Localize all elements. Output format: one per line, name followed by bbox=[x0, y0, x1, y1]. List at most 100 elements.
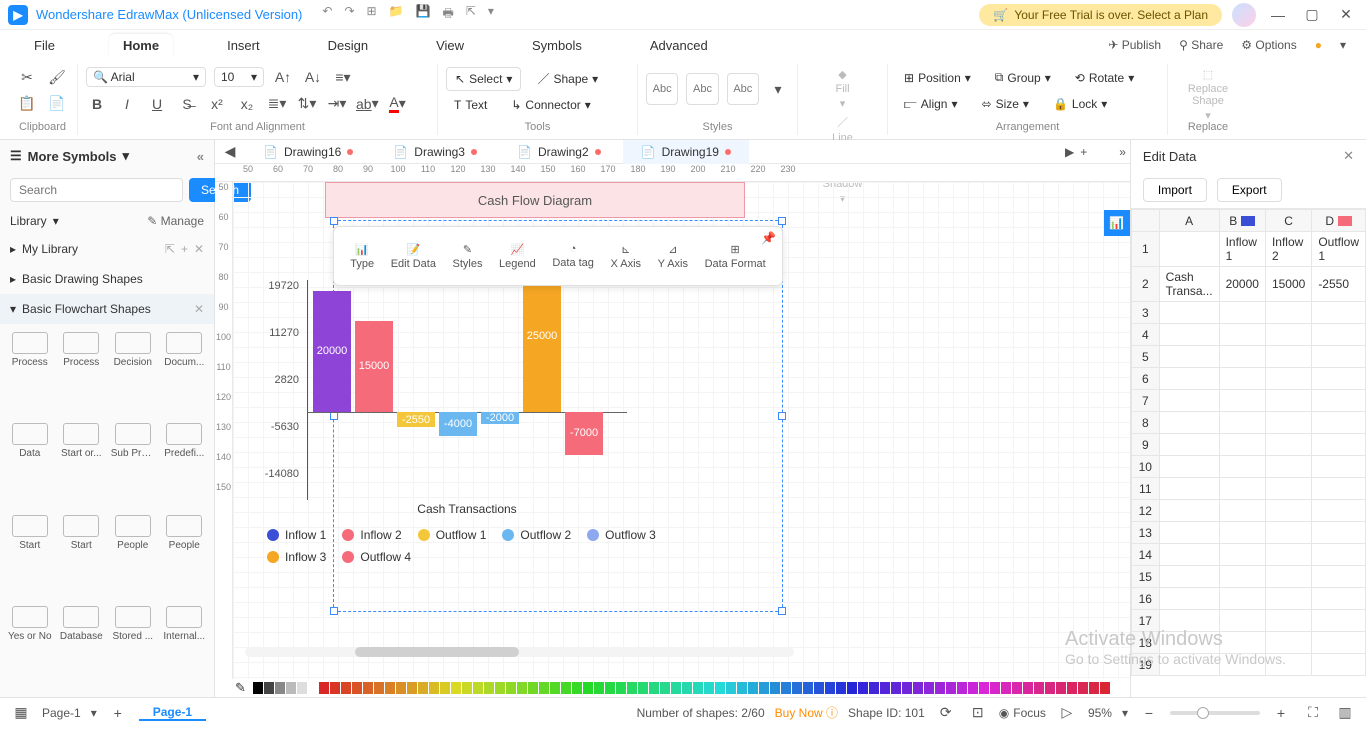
color-swatch[interactable] bbox=[737, 682, 747, 694]
play-icon[interactable]: ▷ bbox=[1056, 702, 1078, 724]
color-swatch[interactable] bbox=[825, 682, 835, 694]
color-swatch[interactable] bbox=[814, 682, 824, 694]
export-icon[interactable]: ⇱ bbox=[466, 4, 476, 25]
chart-styles-button[interactable]: ✎Styles bbox=[453, 243, 483, 270]
font-family-combo[interactable]: 🔍 Arial▾ bbox=[86, 67, 206, 87]
doc-tab-1[interactable]: 📄 Drawing16 bbox=[245, 140, 371, 164]
color-swatch[interactable] bbox=[594, 682, 604, 694]
color-swatch[interactable] bbox=[495, 682, 505, 694]
pages-icon[interactable]: ▦ bbox=[10, 702, 32, 724]
font-size-combo[interactable]: 10▾ bbox=[214, 67, 264, 87]
yaxis-button[interactable]: ⊿Y Axis bbox=[658, 243, 688, 270]
doc-tab-3[interactable]: 📄 Drawing2 bbox=[499, 140, 619, 164]
select-button[interactable]: ↖ Select ▾ bbox=[446, 67, 521, 91]
format-painter-icon[interactable]: 🖌 bbox=[46, 66, 68, 88]
user-avatar[interactable] bbox=[1232, 3, 1256, 27]
canvas[interactable]: 5060708090100110120130140150 Cash Flow D… bbox=[215, 182, 1130, 679]
color-swatch[interactable] bbox=[924, 682, 934, 694]
styles-more-icon[interactable]: ▾ bbox=[767, 78, 789, 100]
color-bar[interactable]: ✎ bbox=[215, 679, 1130, 697]
close-lib-icon[interactable]: ✕ bbox=[194, 242, 204, 256]
size-button[interactable]: ⬄ Size▾ bbox=[974, 93, 1037, 115]
color-swatch[interactable] bbox=[1089, 682, 1099, 694]
manage-link[interactable]: ✎ Manage bbox=[147, 214, 204, 228]
text-case-icon[interactable]: ab▾ bbox=[356, 93, 379, 115]
cut-icon[interactable]: ✂ bbox=[16, 66, 38, 88]
legend-item[interactable]: Outflow 3 bbox=[587, 528, 656, 542]
search-input[interactable] bbox=[10, 178, 183, 202]
tab-advanced[interactable]: Advanced bbox=[636, 34, 722, 57]
increase-font-icon[interactable]: A↑ bbox=[272, 66, 294, 88]
dataformat-button[interactable]: ⊞Data Format bbox=[705, 243, 766, 270]
color-swatch[interactable] bbox=[693, 682, 703, 694]
chart-bar[interactable]: -4000 bbox=[439, 412, 477, 436]
style-preset-2[interactable]: Abc bbox=[686, 73, 718, 105]
zoom-slider[interactable] bbox=[1170, 711, 1260, 715]
fit-icon[interactable]: ⊡ bbox=[967, 702, 989, 724]
refresh-icon[interactable]: ⟳ bbox=[935, 702, 957, 724]
zoom-level[interactable]: 95% bbox=[1088, 706, 1112, 720]
data-grid[interactable]: ABCD1Inflow 1Inflow 2Outflow 12Cash Tran… bbox=[1131, 208, 1366, 697]
datatag-button[interactable]: ◔Data tag bbox=[552, 243, 594, 269]
export-lib-icon[interactable]: ⇱ bbox=[165, 242, 175, 256]
replace-shape-button[interactable]: ⬚Replace Shape ▾ bbox=[1176, 66, 1240, 112]
legend-item[interactable]: Outflow 4 bbox=[342, 550, 411, 564]
color-swatch[interactable] bbox=[517, 682, 527, 694]
doc-tab-2[interactable]: 📄 Drawing3 bbox=[375, 140, 495, 164]
color-swatch[interactable] bbox=[638, 682, 648, 694]
tab-design[interactable]: Design bbox=[314, 34, 382, 57]
close-button[interactable]: ✕ bbox=[1334, 6, 1358, 23]
close-panel-icon[interactable]: ✕ bbox=[1343, 148, 1354, 164]
canvas-scrollbar-h[interactable] bbox=[245, 647, 794, 657]
color-swatch[interactable] bbox=[341, 682, 351, 694]
paste-icon[interactable]: 📄 bbox=[46, 93, 68, 115]
color-swatch[interactable] bbox=[484, 682, 494, 694]
buy-now-link[interactable]: Buy Now ⓘ bbox=[775, 704, 838, 721]
color-swatch[interactable] bbox=[649, 682, 659, 694]
add-lib-icon[interactable]: + bbox=[181, 242, 188, 256]
color-swatch[interactable] bbox=[704, 682, 714, 694]
shape-stencil[interactable]: Docum... bbox=[161, 332, 209, 415]
color-swatch[interactable] bbox=[836, 682, 846, 694]
copy-icon[interactable]: 📋 bbox=[16, 93, 38, 115]
color-swatch[interactable] bbox=[1023, 682, 1033, 694]
color-swatch[interactable] bbox=[803, 682, 813, 694]
legend-item[interactable]: Inflow 1 bbox=[267, 528, 326, 542]
color-swatch[interactable] bbox=[660, 682, 670, 694]
tab-insert[interactable]: Insert bbox=[213, 34, 274, 57]
color-swatch[interactable] bbox=[1067, 682, 1077, 694]
italic-icon[interactable]: I bbox=[116, 93, 138, 115]
color-swatch[interactable] bbox=[550, 682, 560, 694]
color-swatch[interactable] bbox=[968, 682, 978, 694]
basic-drawing-shapes[interactable]: ▸ Basic Drawing Shapes bbox=[0, 264, 214, 294]
color-swatch[interactable] bbox=[935, 682, 945, 694]
panels-icon[interactable]: ▥ bbox=[1334, 702, 1356, 724]
style-preset-3[interactable]: Abc bbox=[727, 73, 759, 105]
color-swatch[interactable] bbox=[902, 682, 912, 694]
color-swatch[interactable] bbox=[506, 682, 516, 694]
style-preset-1[interactable]: Abc bbox=[646, 73, 678, 105]
undo-icon[interactable]: ↶ bbox=[322, 4, 332, 25]
trial-banner[interactable]: 🛒 Your Free Trial is over. Select a Plan bbox=[979, 4, 1222, 26]
color-swatch[interactable] bbox=[869, 682, 879, 694]
shape-stencil[interactable]: Database bbox=[58, 606, 106, 689]
page-tab[interactable]: Page-1 bbox=[139, 705, 206, 721]
align-para-icon[interactable]: ≡▾ bbox=[332, 66, 354, 88]
add-tab-icon[interactable]: + bbox=[1080, 145, 1087, 159]
color-swatch[interactable] bbox=[847, 682, 857, 694]
underline-icon[interactable]: U bbox=[146, 93, 168, 115]
color-swatch[interactable] bbox=[440, 682, 450, 694]
color-swatch[interactable] bbox=[572, 682, 582, 694]
legend-item[interactable]: Inflow 3 bbox=[267, 550, 326, 564]
shape-stencil[interactable]: Data bbox=[6, 423, 54, 506]
color-swatch[interactable] bbox=[1045, 682, 1055, 694]
lock-button[interactable]: 🔒 Lock▾ bbox=[1045, 93, 1115, 115]
shape-stencil[interactable]: People bbox=[161, 515, 209, 598]
shape-stencil[interactable]: Internal... bbox=[161, 606, 209, 689]
legend-item[interactable]: Inflow 2 bbox=[342, 528, 401, 542]
zoom-in-icon[interactable]: + bbox=[1270, 702, 1292, 724]
color-swatch[interactable] bbox=[539, 682, 549, 694]
text-tool-button[interactable]: T Text bbox=[446, 94, 495, 116]
bar-chart[interactable]: 19720112702820-5630-14080 2000015000-255… bbox=[263, 280, 663, 510]
legend-button[interactable]: 📈Legend bbox=[499, 243, 536, 270]
